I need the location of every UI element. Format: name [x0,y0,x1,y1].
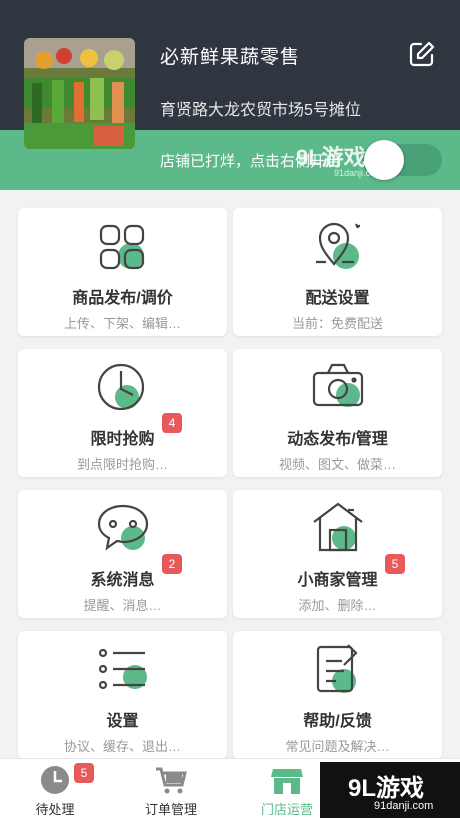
note-pen-icon [310,641,366,697]
card-title: 限时抢购 [90,431,155,448]
chat-bubble-icon [95,500,151,556]
storefront-icon [270,765,304,795]
grid-apps-icon [95,218,151,274]
tab-orders[interactable]: 订单管理 [116,759,226,818]
clock-icon [38,765,72,795]
card-title: 商品发布/调价 [72,290,173,307]
card-title: 动态发布/管理 [287,431,388,448]
shopping-cart-icon [154,765,188,795]
card-merchant-management[interactable]: 小商家管理 5 添加、删除… [233,490,442,618]
watermark-logo-box: 9L游戏 91danji.com [320,762,460,818]
card-delivery-settings[interactable]: 配送设置 当前：免费配送 [233,208,442,336]
card-title: 系统消息 [90,572,155,589]
notification-badge: 5 [385,554,405,574]
camera-icon [310,359,366,415]
card-help-feedback[interactable]: 帮助/反馈 常见问题及解决… [233,631,442,759]
card-flash-sale[interactable]: 限时抢购 4 到点限时抢购… [18,349,227,477]
tab-label: 待处理 [35,802,75,817]
card-product-publish[interactable]: 商品发布/调价 上传、下架、编辑… [18,208,227,336]
clock-icon [95,359,151,415]
card-title: 配送设置 [305,290,370,307]
card-subtitle: 常见问题及解决… [285,739,390,754]
card-subtitle: 到点限时抢购… [76,457,168,472]
store-address: 育贤路大龙农贸市场5号摊位 [160,102,361,119]
store-name: 必新鲜果蔬零售 [160,47,301,68]
card-subtitle: 上传、下架、编辑… [63,316,181,331]
watermark-url: 91danji.com [334,168,383,178]
card-title: 帮助/反馈 [303,713,372,730]
watermark-url: 91danji.com [374,800,434,812]
store-photo[interactable] [24,38,135,149]
card-settings[interactable]: 设置 协议、缓存、退出… [18,631,227,759]
notification-badge: 4 [162,413,182,433]
card-title: 小商家管理 [297,572,378,589]
notification-badge: 2 [162,554,182,574]
watermark-text: 9L游戏 [348,775,425,802]
card-subtitle: 视频、图文、做菜… [278,457,396,472]
location-pin-icon [310,218,366,274]
edit-icon[interactable] [408,40,436,68]
card-subtitle: 添加、删除… [298,598,377,613]
tab-pending[interactable]: 5 待处理 [0,759,110,818]
card-subtitle: 当前：免费配送 [291,316,383,331]
tab-label: 订单管理 [144,802,197,817]
tab-badge: 5 [74,763,94,783]
card-subtitle: 提醒、消息… [83,598,162,613]
list-settings-icon [95,641,151,697]
card-post-publish[interactable]: 动态发布/管理 视频、图文、做菜… [233,349,442,477]
card-system-messages[interactable]: 系统消息 2 提醒、消息… [18,490,227,618]
card-title: 设置 [106,713,139,730]
card-subtitle: 协议、缓存、退出… [63,739,181,754]
house-icon [310,500,366,556]
